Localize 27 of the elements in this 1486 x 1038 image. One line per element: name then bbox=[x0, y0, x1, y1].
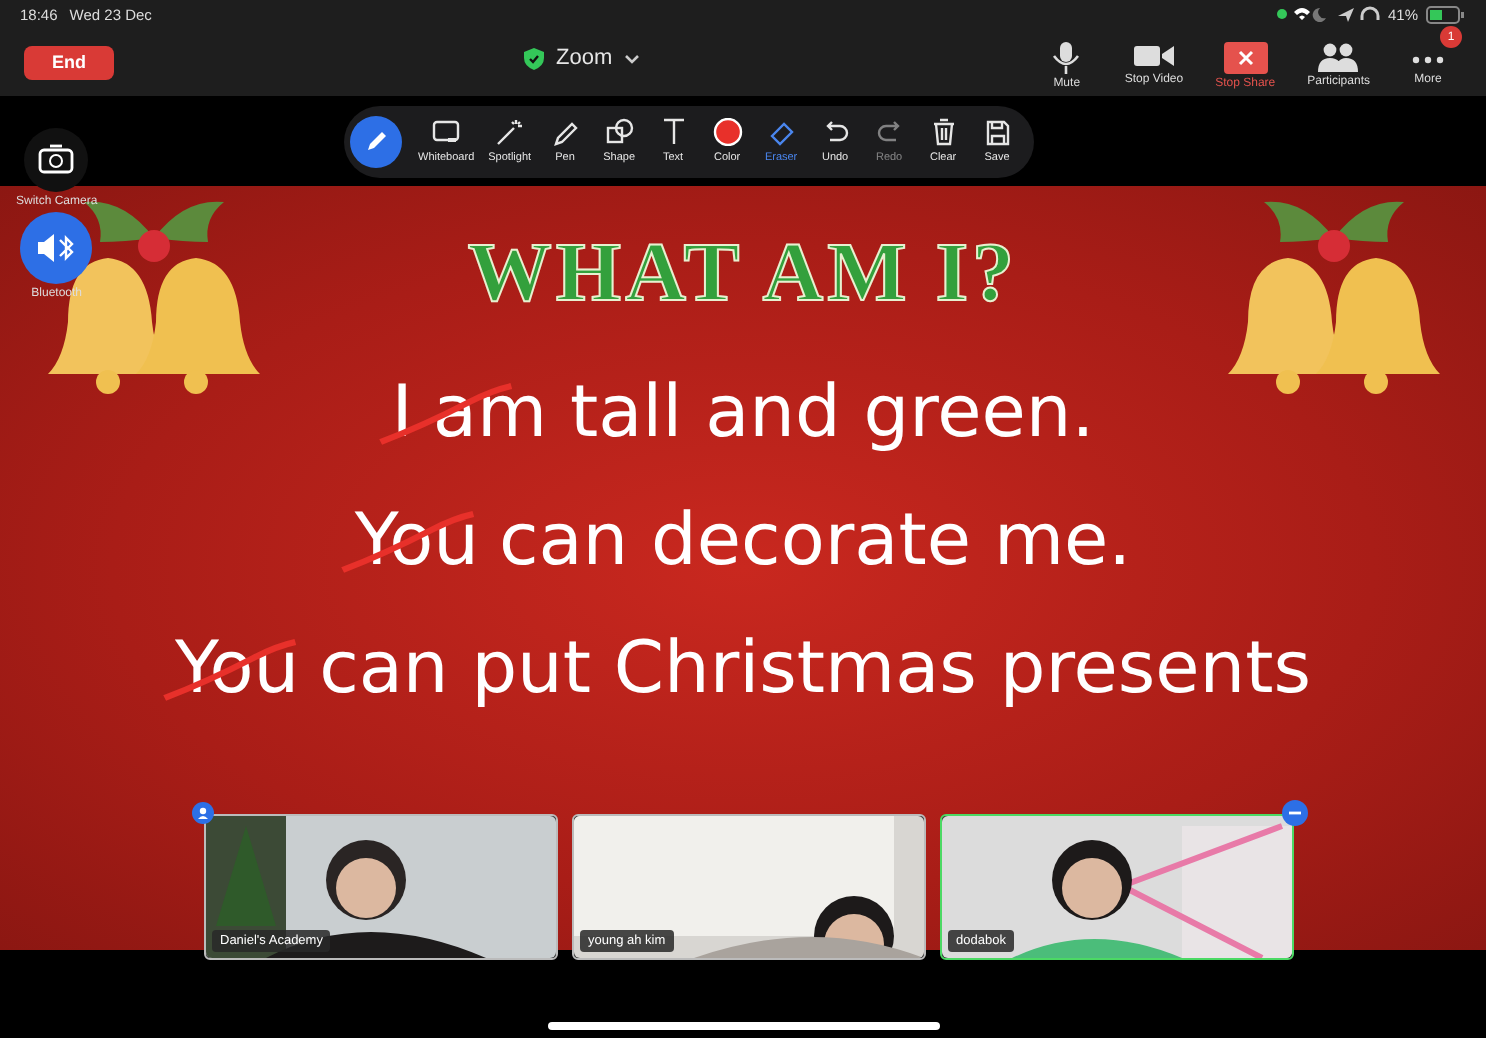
switch-camera-button[interactable] bbox=[24, 128, 89, 192]
minimize-icon[interactable] bbox=[1282, 800, 1308, 826]
end-button[interactable]: End bbox=[24, 45, 114, 79]
slide-text: can decorate me. bbox=[498, 498, 1132, 586]
eraser-icon bbox=[765, 118, 798, 146]
save-icon bbox=[981, 118, 1014, 146]
more-icon bbox=[1412, 56, 1444, 64]
chevron-icon[interactable] bbox=[624, 53, 641, 63]
battery-icon bbox=[1426, 5, 1466, 23]
shapes-icon bbox=[603, 118, 636, 146]
stop-share-icon bbox=[1223, 42, 1268, 74]
slide-text: can put Christmas presents bbox=[319, 626, 1311, 714]
bluetooth-audio-button[interactable] bbox=[20, 212, 93, 284]
wifi-icon bbox=[1275, 6, 1328, 22]
whiteboard-icon bbox=[430, 118, 463, 146]
slide-title: WHAT AM I? bbox=[467, 226, 1019, 322]
pen-icon bbox=[549, 118, 582, 146]
microphone-icon bbox=[1052, 42, 1081, 74]
people-icon bbox=[1318, 42, 1359, 72]
video-camera-icon bbox=[1133, 42, 1174, 70]
magic-wand-icon bbox=[493, 118, 526, 146]
color-swatch-icon bbox=[711, 118, 744, 146]
shield-icon bbox=[524, 47, 544, 69]
meeting-title[interactable]: Zoom bbox=[556, 46, 613, 70]
headphones-icon bbox=[1335, 5, 1380, 23]
pencil-icon[interactable] bbox=[350, 115, 402, 167]
pin-icon[interactable] bbox=[192, 802, 214, 824]
